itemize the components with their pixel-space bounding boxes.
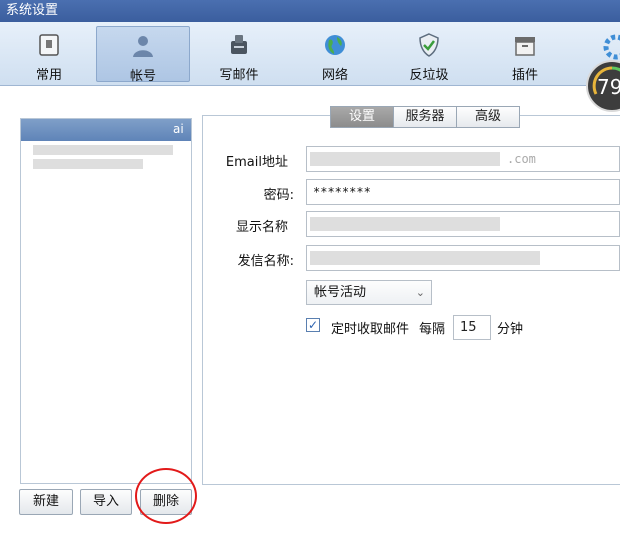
redacted-sender-name xyxy=(310,251,540,265)
user-icon xyxy=(133,36,153,57)
chevron-down-icon: ⌄ xyxy=(415,286,425,299)
timed-check-checkbox[interactable]: ✓ xyxy=(306,318,320,332)
toolbar-network-button[interactable]: 网络 xyxy=(288,26,382,83)
write-mail-icon xyxy=(231,35,247,54)
toolbar-compose-label: 写邮件 xyxy=(219,68,259,83)
display-name-label: 显示名称 xyxy=(235,220,288,235)
email-field-value: .com xyxy=(507,152,536,166)
sender-name-label: 发信名称: xyxy=(237,254,294,269)
redacted-email xyxy=(310,152,500,166)
email-label: Email地址 xyxy=(225,155,288,170)
import-account-button[interactable]: 导入 xyxy=(80,489,132,515)
window-title: 系统设置 xyxy=(0,0,620,22)
clipboard-icon xyxy=(39,34,59,56)
account-list[interactable]: ai xyxy=(20,118,192,484)
plugin-box-icon xyxy=(515,37,535,56)
toolbar: 常用 帐号 写邮件 网络 反垃圾 插件 xyxy=(0,22,620,86)
toolbar-network-label: 网络 xyxy=(321,68,348,83)
toolbar-plugins-label: 插件 xyxy=(511,68,538,83)
toolbar-account-button[interactable]: 帐号 xyxy=(96,26,190,84)
toolbar-plugins-button[interactable]: 插件 xyxy=(478,26,572,83)
toolbar-account-label: 帐号 xyxy=(129,69,156,84)
delete-account-button[interactable]: 删除 xyxy=(140,489,192,515)
settings-tabs: 设置 服务器 高级 xyxy=(330,106,520,128)
shield-icon xyxy=(419,33,439,57)
interval-input[interactable]: 15 xyxy=(453,315,491,340)
minute-label: 分钟 xyxy=(497,322,524,337)
toolbar-antispam-label: 反垃圾 xyxy=(409,68,449,83)
globe-icon xyxy=(325,35,345,55)
performance-gauge[interactable]: 79 xyxy=(586,60,620,112)
redacted-account-text xyxy=(33,159,143,169)
gauge-value: 79 xyxy=(597,75,620,99)
account-list-item-selected[interactable]: ai xyxy=(21,119,191,141)
every-label: 每隔 xyxy=(419,322,446,337)
toolbar-common-label: 常用 xyxy=(35,68,62,83)
new-account-button[interactable]: 新建 xyxy=(19,489,73,515)
tab-advanced[interactable]: 高级 xyxy=(456,106,520,128)
gear-icon[interactable] xyxy=(600,32,620,62)
password-label: 密码: xyxy=(263,188,294,203)
redacted-account-text xyxy=(33,145,173,155)
toolbar-common-button[interactable]: 常用 xyxy=(2,26,96,83)
password-field[interactable]: ******** xyxy=(306,179,620,205)
toolbar-antispam-button[interactable]: 反垃圾 xyxy=(382,26,476,83)
redacted-display-name xyxy=(310,217,500,231)
toolbar-compose-button[interactable]: 写邮件 xyxy=(192,26,286,83)
account-name-fragment: ai xyxy=(173,122,184,136)
tab-server[interactable]: 服务器 xyxy=(393,106,457,128)
timed-check-label: 定时收取邮件 xyxy=(331,322,410,337)
account-status-value: 帐号活动 xyxy=(314,285,367,300)
account-status-select[interactable]: 帐号活动 ⌄ xyxy=(306,280,432,305)
tab-settings[interactable]: 设置 xyxy=(330,106,394,128)
